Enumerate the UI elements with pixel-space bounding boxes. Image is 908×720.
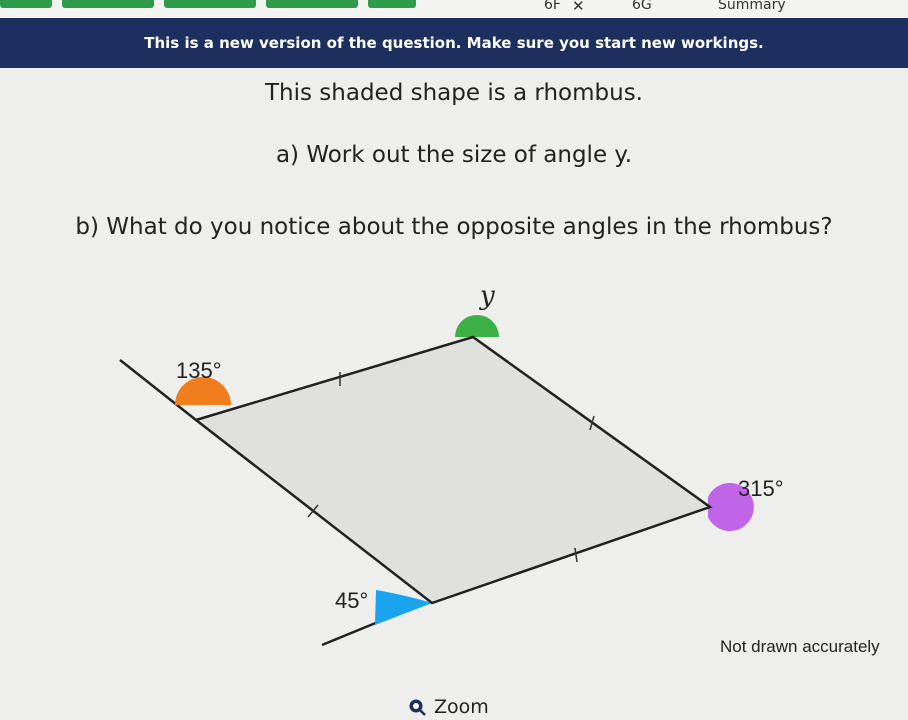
question-intro: This shaded shape is a rhombus.: [264, 80, 643, 106]
progress-segment: [62, 0, 154, 8]
close-icon[interactable]: ✕: [572, 0, 585, 15]
new-version-banner: This is a new version of the question. M…: [0, 18, 908, 68]
angle-right-label: 315°: [738, 476, 784, 501]
zoom-label: Zoom: [434, 696, 489, 718]
not-drawn-accurately-note: Not drawn accurately: [720, 637, 880, 656]
tab-6f[interactable]: 6F: [544, 0, 561, 13]
question-part-a: a) Work out the size of angle y.: [275, 142, 633, 168]
progress-segment: [266, 0, 358, 8]
top-bar: 6F ✕ 6G Summary: [0, 0, 908, 18]
progress-segment: [0, 0, 52, 8]
question-part-b: b) What do you notice about the opposite…: [75, 214, 833, 240]
angle-left-label: 135°: [176, 358, 222, 383]
angle-top-label: y: [479, 281, 495, 311]
rhombus-shape: [193, 335, 713, 605]
magnifier-icon: [409, 699, 426, 716]
extended-side-line: [321, 620, 379, 647]
zoom-button[interactable]: Zoom: [408, 694, 489, 720]
angle-bottom-label: 45°: [335, 588, 368, 613]
tab-summary[interactable]: Summary: [718, 0, 786, 13]
progress-segment: [164, 0, 256, 8]
rhombus-diagram: y 135° 315° 45° Not drawn accurately: [119, 281, 880, 656]
progress-segment: [368, 0, 416, 8]
tab-6g[interactable]: 6G: [632, 0, 652, 13]
angle-top-marker: [455, 315, 499, 337]
